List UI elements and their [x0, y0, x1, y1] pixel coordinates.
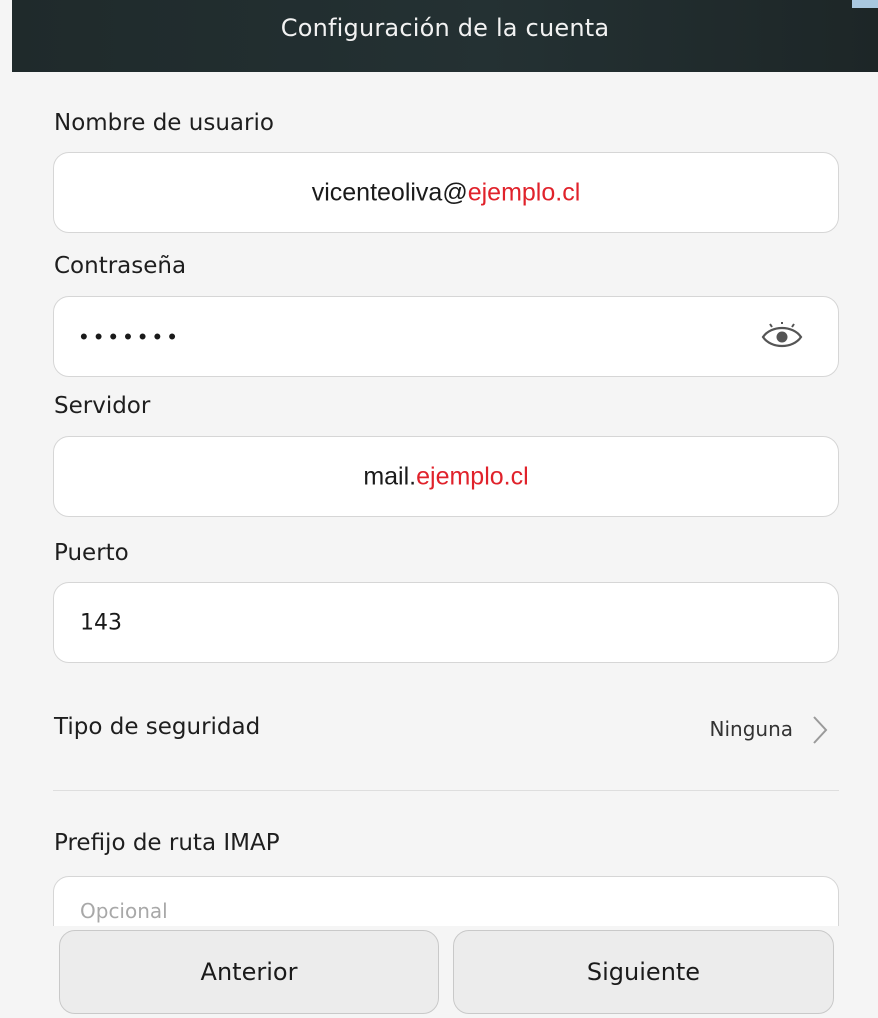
imap-prefix-placeholder: Opcional [80, 899, 168, 923]
security-type-label: Tipo de seguridad [54, 714, 261, 740]
server-value: mail.ejemplo.cl [54, 462, 838, 491]
port-field[interactable]: 143 [53, 582, 839, 663]
eye-icon[interactable] [760, 321, 804, 352]
next-button[interactable]: Siguiente [453, 930, 834, 1014]
server-host-prefix: mail. [363, 462, 417, 490]
password-field[interactable]: ••••••• [53, 296, 839, 377]
previous-button[interactable]: Anterior [59, 930, 439, 1014]
server-field[interactable]: mail.ejemplo.cl [53, 436, 839, 517]
divider [53, 790, 839, 791]
username-field[interactable]: vicenteoliva@ejemplo.cl [53, 152, 839, 233]
username-label: Nombre de usuario [54, 110, 274, 136]
username-value: vicenteoliva@ejemplo.cl [54, 178, 838, 207]
account-settings-screen: Configuración de la cuenta Nombre de usu… [0, 0, 878, 1018]
port-label: Puerto [54, 540, 129, 566]
imap-prefix-label: Prefijo de ruta IMAP [54, 830, 280, 856]
port-value: 143 [80, 610, 122, 635]
server-label: Servidor [54, 393, 151, 419]
bottom-button-bar: Anterior Siguiente [0, 926, 878, 1018]
password-masked-value: ••••••• [80, 323, 183, 349]
page-title: Configuración de la cuenta [280, 14, 610, 42]
security-type-row[interactable]: Tipo de seguridad Ninguna [53, 700, 839, 762]
password-label: Contraseña [54, 253, 187, 279]
title-bar: Configuración de la cuenta [12, 0, 878, 72]
username-local-part: vicenteoliva@ [311, 178, 468, 206]
server-domain: ejemplo.cl [416, 462, 529, 490]
security-type-value: Ninguna [709, 717, 794, 741]
chevron-right-icon [813, 716, 828, 744]
username-domain: ejemplo.cl [467, 178, 581, 206]
